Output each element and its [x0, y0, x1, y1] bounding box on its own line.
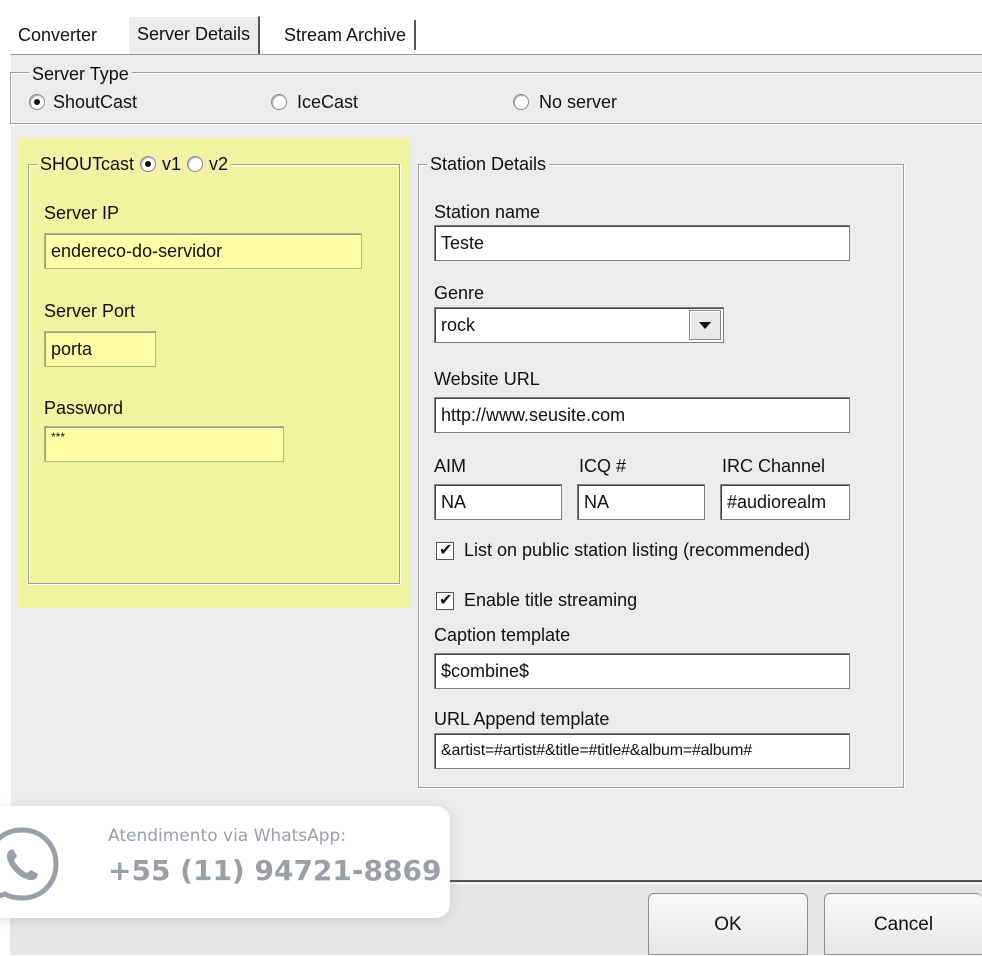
cancel-button[interactable]: Cancel [824, 893, 982, 955]
radio-icecast-label: IceCast [297, 92, 359, 112]
ok-button[interactable]: OK [648, 893, 808, 955]
url-append-template-label: URL Append template [434, 709, 610, 729]
radio-dot-icecast [271, 94, 287, 110]
server-ip-input[interactable]: endereco-do-servidor [44, 233, 362, 269]
whatsapp-subtitle: Atendimento via WhatsApp: [108, 826, 347, 846]
title-streaming-label: Enable title streaming [464, 590, 638, 610]
website-url-input[interactable]: http://www.seusite.com [434, 397, 850, 433]
shoutcast-legend: SHOUTcast v1 v2 [37, 153, 232, 175]
station-name-input[interactable]: Teste [434, 225, 850, 261]
radio-dot-v2 [187, 156, 204, 172]
aim-input[interactable]: NA [434, 484, 562, 520]
list-public-label: List on public station listing (recommen… [464, 540, 811, 560]
radio-v1-label: v1 [162, 154, 182, 174]
checkmark-icon [436, 590, 454, 610]
password-label: Password [44, 398, 124, 418]
server-port-label: Server Port [44, 301, 136, 321]
radio-dot-no-server [513, 94, 529, 110]
shoutcast-legend-label: SHOUTcast [40, 154, 135, 174]
genre-select[interactable]: rock [434, 307, 724, 343]
title-streaming-checkbox[interactable]: Enable title streaming [436, 590, 637, 611]
url-append-template-input[interactable]: &artist=#artist#&title=#title#&album=#al… [434, 733, 850, 769]
radio-v1[interactable]: v1 [140, 153, 181, 175]
genre-label: Genre [434, 283, 485, 303]
tab-stream-archive[interactable]: Stream Archive [276, 20, 417, 50]
radio-shoutcast-label: ShoutCast [53, 92, 138, 112]
tab-server-details[interactable]: Server Details [128, 16, 261, 54]
whatsapp-number: +55 (11) 94721-8869 [108, 854, 442, 887]
whatsapp-contact-card[interactable]: Atendimento via WhatsApp: +55 (11) 94721… [0, 806, 450, 918]
radio-dot-v1 [140, 156, 157, 172]
server-type-legend: Server Type [29, 63, 132, 85]
radio-v2[interactable]: v2 [187, 153, 228, 175]
genre-value: rock [441, 315, 476, 335]
caption-template-label: Caption template [434, 625, 571, 645]
radio-no-server[interactable]: No server [513, 91, 617, 113]
tab-strip: Converter Server Details Stream Archive [10, 14, 982, 54]
list-public-checkbox[interactable]: List on public station listing (recommen… [436, 540, 810, 561]
radio-dot-shoutcast [29, 94, 45, 110]
icq-input[interactable]: NA [577, 484, 705, 520]
aim-label: AIM [434, 456, 467, 476]
irc-channel-label: IRC Channel [722, 456, 826, 476]
icq-label: ICQ # [579, 456, 627, 476]
shoutcast-group: SHOUTcast v1 v2 [28, 153, 400, 584]
radio-v2-label: v2 [209, 154, 229, 174]
server-type-group: Server Type ShoutCast IceCast No server [10, 63, 982, 124]
radio-shoutcast[interactable]: ShoutCast [29, 91, 137, 113]
server-ip-label: Server IP [44, 203, 120, 223]
password-input[interactable]: *** [44, 426, 284, 462]
server-port-input[interactable]: porta [44, 331, 156, 367]
whatsapp-icon [0, 827, 59, 901]
website-url-label: Website URL [434, 369, 540, 389]
chevron-down-icon[interactable] [689, 310, 721, 340]
radio-no-server-label: No server [539, 92, 618, 112]
irc-channel-input[interactable]: #audiorealm [720, 484, 850, 520]
caption-template-input[interactable]: $combine$ [434, 653, 850, 689]
tab-converter[interactable]: Converter [10, 20, 105, 50]
radio-icecast[interactable]: IceCast [271, 91, 358, 113]
station-name-label: Station name [434, 202, 541, 222]
checkmark-icon [436, 540, 454, 560]
station-details-legend: Station Details [427, 153, 550, 175]
